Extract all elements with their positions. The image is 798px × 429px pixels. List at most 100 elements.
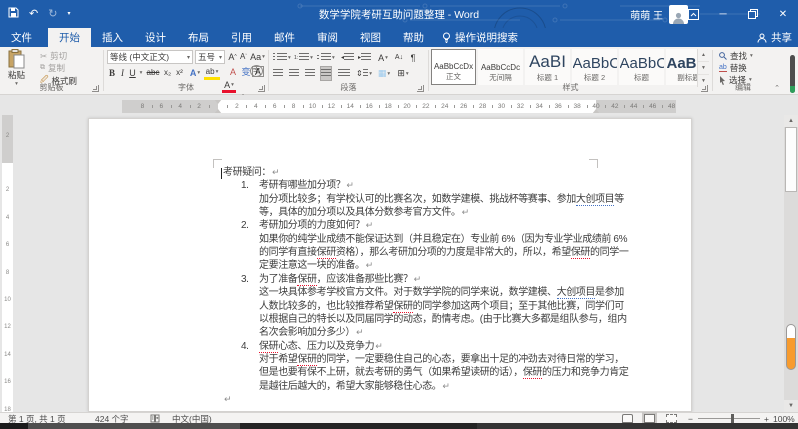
- distribute-button[interactable]: [338, 67, 350, 80]
- doc-line[interactable]: 以根据自己的特长以及同届同学的动态，酌情考虑。(由于比赛大多都是组队参与，组内: [259, 313, 627, 326]
- styles-dialog-launcher[interactable]: [701, 85, 708, 92]
- line-spacing-button[interactable]: ⇕▾: [356, 67, 372, 80]
- horizontal-ruler[interactable]: 8642246810121416182022242628303234363840…: [122, 100, 676, 113]
- styles-scroll-up-icon[interactable]: ▲: [698, 49, 709, 62]
- doc-line[interactable]: 这一块具体参考学校官方文件。对于数学学院的同学来说，数学建模、大创项目是参加: [259, 286, 624, 299]
- style-card-标题 1[interactable]: AaBI标题 1: [525, 49, 570, 85]
- doc-line[interactable]: 等，具体的加分项以及具体分数参考官方文件。↵: [259, 206, 469, 219]
- doc-line[interactable]: ↵: [223, 393, 231, 406]
- save-icon[interactable]: [8, 7, 19, 21]
- font-size-combo[interactable]: 五号▾: [195, 50, 225, 64]
- bullets-button[interactable]: ▾: [273, 51, 291, 64]
- change-case-button[interactable]: Aa▾: [250, 50, 265, 63]
- decrease-indent-button[interactable]: ◂: [341, 51, 354, 64]
- document-page[interactable]: 考研疑问：↵1.考研有哪些加分项？↵加分项比较多；有学校认可的比赛名次，如数学建…: [88, 118, 692, 412]
- shrink-font-button[interactable]: Aˇ: [238, 50, 249, 63]
- scrollbar-thumb[interactable]: [785, 127, 797, 192]
- subscript-button[interactable]: x₂: [162, 66, 173, 79]
- style-card-标题 2[interactable]: AaBbC标题 2: [572, 49, 617, 85]
- style-card-无间隔[interactable]: AaBbCcDc无间隔: [478, 49, 523, 85]
- increase-indent-button[interactable]: ▸: [358, 51, 371, 64]
- scroll-up-icon[interactable]: ▲: [784, 115, 798, 127]
- clipboard-dialog-launcher[interactable]: [92, 85, 99, 92]
- doc-line[interactable]: 定要注意这一块的准备。↵: [259, 259, 373, 272]
- font-dialog-launcher[interactable]: [258, 85, 265, 92]
- align-left-button[interactable]: [273, 67, 283, 80]
- taskbar-segment[interactable]: [240, 423, 477, 429]
- minimize-icon[interactable]: ─: [708, 0, 738, 28]
- vertical-scrollbar[interactable]: ▲ ▼: [784, 115, 798, 412]
- doc-line[interactable]: 加分项比较多；有学校认可的比赛名次，如数学建模、挑战杯等赛事、参加大创项目等: [259, 193, 624, 206]
- doc-line[interactable]: 是越往后越大的，希望大家能够稳住心态。↵: [259, 380, 450, 393]
- vertical-ruler[interactable]: L 224681012141618: [2, 115, 13, 412]
- tab-邮件[interactable]: 邮件: [263, 28, 306, 47]
- taskbar-segment[interactable]: [28, 423, 240, 429]
- cut-button[interactable]: ✂剪切: [40, 50, 67, 62]
- underline-dropdown[interactable]: ▾: [137, 66, 144, 79]
- copy-button[interactable]: ⧉复制: [40, 62, 65, 74]
- style-card-标题[interactable]: AaBbC标题: [619, 49, 664, 85]
- strikethrough-button[interactable]: abc: [145, 66, 161, 79]
- grow-font-button[interactable]: A^: [227, 50, 238, 63]
- tab-设计[interactable]: 设计: [134, 28, 177, 47]
- text-effects-button[interactable]: A▾: [188, 66, 202, 79]
- show-hide-marks-button[interactable]: ¶: [408, 51, 418, 64]
- sort-button[interactable]: A↓: [392, 51, 406, 64]
- enclose-characters-button[interactable]: 字: [250, 65, 263, 77]
- text-direction-button[interactable]: A▾: [376, 51, 390, 64]
- font-name-combo[interactable]: 等线 (中文正文)▾: [107, 50, 193, 64]
- close-icon[interactable]: ✕: [768, 0, 798, 28]
- paragraph-dialog-launcher[interactable]: [417, 85, 424, 92]
- tab-帮助[interactable]: 帮助: [392, 28, 435, 47]
- hanging-indent-marker[interactable]: [214, 105, 222, 113]
- tab-布局[interactable]: 布局: [177, 28, 220, 47]
- doc-line[interactable]: 2.考研加分项的力度如何？↵: [241, 219, 373, 232]
- share-button[interactable]: 共享: [757, 28, 792, 47]
- replace-button[interactable]: ab 替换: [719, 62, 747, 74]
- restore-icon[interactable]: [738, 0, 768, 28]
- doc-line[interactable]: 如果你的纯学业成绩不能保证达到（并且稳定在）专业前 6%（因为专业学业成绩前 6…: [259, 233, 627, 246]
- doc-line[interactable]: 对于希望保研的同学，一定要稳住自己的心态，要拿出十足的冲劲去对待日常的学习，: [259, 353, 624, 366]
- styles-scroll-down-icon[interactable]: ▼: [698, 62, 709, 75]
- doc-line[interactable]: 的同学有直接保研资格），那么考研加分项的力度是非常大的，所以，希望保研的同学一: [259, 246, 628, 259]
- doc-line[interactable]: 但是也要有保不上研，就去考研的勇气（如果希望读研的话），保研的压力和竞争力肯定: [259, 366, 628, 379]
- user-name[interactable]: 萌萌 王: [630, 7, 663, 22]
- align-right-button[interactable]: [305, 67, 315, 80]
- tab-文件[interactable]: 文件: [0, 28, 48, 47]
- underline-button[interactable]: U: [128, 66, 137, 79]
- redo-icon[interactable]: ↻: [48, 9, 57, 20]
- undo-icon[interactable]: ↶: [29, 9, 38, 20]
- style-card-正文[interactable]: AaBbCcDx正文: [431, 49, 476, 85]
- superscript-button[interactable]: x²: [174, 66, 185, 79]
- justify-button[interactable]: [321, 67, 331, 80]
- borders-button[interactable]: ⊞▾: [395, 67, 411, 80]
- doc-line[interactable]: 3.为了准备保研，应该准备那些比赛？↵: [241, 273, 421, 286]
- doc-line[interactable]: 1.考研有哪些加分项？↵: [241, 179, 354, 192]
- tab-插入[interactable]: 插入: [91, 28, 134, 47]
- numbering-button[interactable]: 1:▾: [294, 51, 313, 64]
- doc-line[interactable]: 考研疑问：↵: [223, 166, 279, 179]
- zoom-slider-track[interactable]: [698, 418, 760, 419]
- highlight-color-button[interactable]: ab▾: [204, 65, 220, 78]
- bold-button[interactable]: B: [107, 66, 117, 79]
- tab-开始[interactable]: 开始: [48, 28, 91, 47]
- taskbar-segment[interactable]: [477, 423, 798, 429]
- ribbon-display-options-icon[interactable]: [678, 0, 708, 28]
- taskbar-segment[interactable]: [0, 423, 28, 429]
- tab-视图[interactable]: 视图: [349, 28, 392, 47]
- customize-qat-icon[interactable]: ▾: [67, 11, 70, 17]
- italic-button[interactable]: I: [118, 66, 127, 79]
- tab-审阅[interactable]: 审阅: [306, 28, 349, 47]
- zoom-slider-handle[interactable]: [731, 414, 734, 423]
- clear-formatting-button[interactable]: A: [227, 65, 239, 78]
- tab-引用[interactable]: 引用: [220, 28, 263, 47]
- doc-line[interactable]: 名次会影响加分多少）↵: [259, 326, 363, 339]
- collapse-ribbon-icon[interactable]: ⌃: [774, 84, 780, 92]
- shading-button[interactable]: ▦▾: [376, 67, 392, 80]
- align-center-button[interactable]: [289, 67, 299, 80]
- scroll-down-icon[interactable]: ▼: [784, 400, 798, 412]
- multilevel-list-button[interactable]: ▾: [317, 51, 335, 64]
- tell-me-search[interactable]: 操作说明搜索: [432, 28, 528, 47]
- find-button[interactable]: 查找▾: [719, 50, 753, 62]
- doc-line[interactable]: 人数比较多的，也比较推荐希望保研的同学参加这两个项目；至于其他比赛，同学们可: [259, 300, 624, 313]
